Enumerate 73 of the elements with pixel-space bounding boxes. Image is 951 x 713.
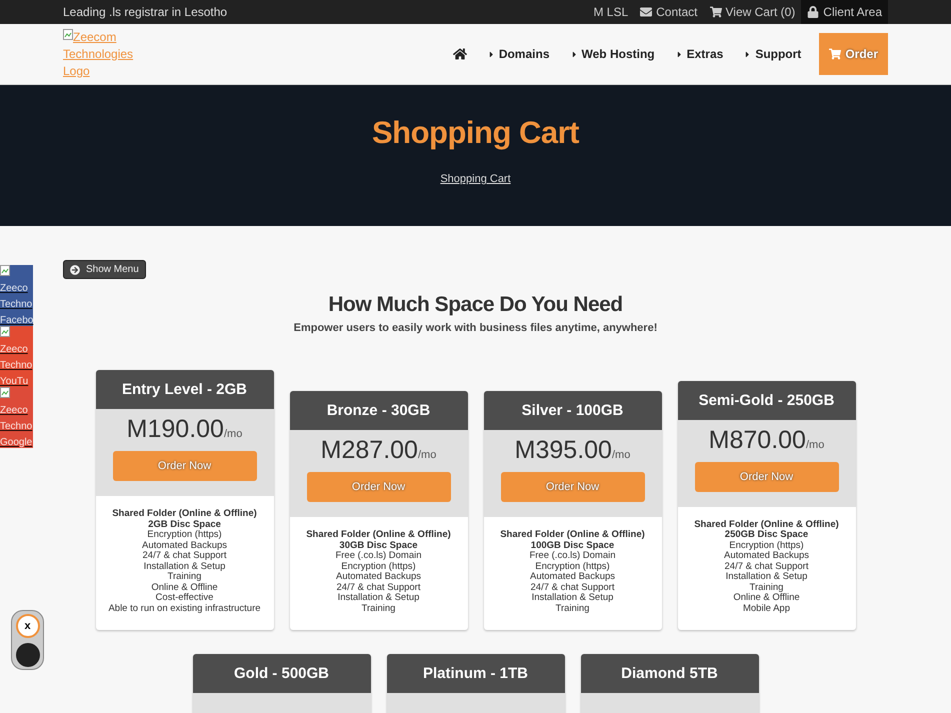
close-button[interactable]: x [16,614,40,638]
plan-feature: 24/7 & chat Support [142,551,226,562]
plan-feature: Automated Backups [530,572,616,582]
plan-name: Bronze - 30GB [290,391,468,430]
plan-feature: 24/7 & chat Support [530,582,614,593]
plan-feature: Installation & Setup [338,593,420,604]
plan-feature: 30GB Disc Space [339,540,418,551]
breadcrumb-link[interactable]: Shopping Cart [440,173,511,185]
plan-name: Silver - 100GB [484,391,662,430]
plan-feature: Shared Folder (Online & Offline) [500,530,645,540]
top-link[interactable]: View Cart (0) [704,0,802,24]
plan-price: M870.00/mo [708,426,824,454]
plan-feature: Installation & Setup [532,593,614,604]
plan-feature: Installation & Setup [144,562,226,572]
plan-feature: Shared Folder (Online & Offline) [112,509,257,520]
plan-name: Gold - 500GB [192,654,370,693]
top-link[interactable]: Contact [634,0,704,24]
tagline: Leading .ls registrar in Lesotho [63,5,228,19]
plan-feature: Free (.co.ls) Domain [335,551,422,562]
plan-feature: Installation & Setup [726,572,808,582]
lock-icon [807,6,820,18]
nav-menu-item[interactable]: Support [735,47,810,61]
page-title: Shopping Cart [372,115,580,151]
cart-icon [829,48,842,60]
cart-icon [710,6,722,18]
plan-name: Entry Level - 2GB [96,370,274,409]
plan-feature: Automated Backups [336,572,422,582]
nav-menu-item[interactable]: Web Hosting [562,47,663,61]
plan-feature: Encryption (https) [535,562,610,572]
plan-feature: Online & Offline [151,582,218,593]
plan-price: M395.00/mo [514,436,630,465]
social-link[interactable]: Zeeco Techno Facebo [0,265,33,326]
plan-feature: 24/7 & chat Support [724,562,808,572]
plan-feature: Training [362,604,396,614]
show-menu-button[interactable]: Show Menu [63,260,146,279]
plan-price: M190.00/mo [126,415,242,444]
plan-feature: Able to run on existing infrastructure [108,604,261,614]
home-icon [452,47,467,61]
section-subtitle: Empower users to easily work with business files anytime, anywhere! [292,322,658,334]
nav-menu-item[interactable]: Extras [666,47,732,61]
toggle-knob[interactable] [16,642,40,666]
broken-image-icon [63,28,73,40]
plan-feature: Training [168,572,202,582]
plan-feature: Training [556,604,590,614]
envelope-icon [640,6,652,18]
section-title: How Much Space Do You Need [327,293,624,317]
plan-name: Semi-Gold - 250GB [678,380,856,420]
plan-name: Diamond 5TB [580,654,758,693]
plan-price: M287.00/mo [320,436,436,465]
plan-feature: Mobile App [742,604,790,614]
broken-image-icon [0,387,10,398]
plan-feature: Automated Backups [724,551,810,562]
nav-menu-item[interactable]: Domains [478,47,558,61]
plan-feature: Shared Folder (Online & Offline) [694,520,839,530]
plan-feature: Encryption (https) [729,540,804,551]
plan-feature: Encryption (https) [147,530,222,540]
plan-feature: Shared Folder (Online & Offline) [306,530,451,540]
plan-feature: Automated Backups [142,540,228,551]
plan-name: Platinum - 1TB [386,654,564,693]
plan-feature: 2GB Disc Space [148,520,221,530]
plan-feature: Free (.co.ls) Domain [529,551,616,562]
broken-image-icon [0,265,10,276]
plan-feature: Training [750,582,784,593]
plan-feature: 250GB Disc Space [724,530,808,540]
top-link[interactable]: Client Area [801,0,888,24]
broken-image-icon [0,326,10,337]
plan-feature: Cost-effective [156,593,214,604]
plan-feature: Encryption (https) [341,562,416,572]
plan-feature: 100GB Disc Space [530,540,614,551]
top-link[interactable]: M LSL [587,0,634,24]
plan-feature: Online & Offline [733,593,800,604]
plan-feature: 24/7 & chat Support [336,582,420,593]
arrow-icon [70,264,80,274]
